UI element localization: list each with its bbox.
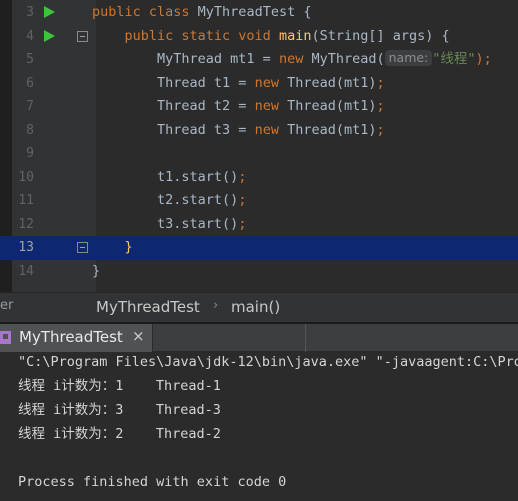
code-text: Thread t1 = new Thread(mt1); [92,72,385,96]
code-line[interactable]: 7 Thread t2 = new Thread(mt1); [0,95,518,119]
code-line[interactable]: 3 public class MyThreadTest { [0,1,518,25]
code-line[interactable]: 6 Thread t1 = new Thread(mt1); [0,72,518,96]
line-number: 5 [26,52,34,67]
code-line[interactable]: 9 [0,142,518,166]
breadcrumb-class[interactable]: MyThreadTest [96,298,200,316]
code-line[interactable]: 5 MyThread mt1 = new MyThread(name: "线程")… [0,48,518,72]
code-token: MyThreadTest { [197,4,312,20]
fold-icon[interactable] [77,242,88,253]
code-token: MyThread mt1 = [92,51,279,67]
line-number: 13 [18,240,34,255]
line-number: 11 [18,193,34,208]
line-number: 12 [18,216,34,232]
code-token: ; [238,192,247,208]
code-editor[interactable]: 3 public class MyThreadTest {4 public sta… [0,0,518,292]
code-token: Thread t2 = [92,98,255,114]
run-tab[interactable]: MyThreadTest × [0,324,152,352]
code-token: (String[] args) { [311,27,450,44]
code-text: public static void main(String[] args) { [92,25,450,49]
code-token: Thread t1 = [92,74,255,91]
side-panel-label: er [0,298,14,313]
line-number: 14 [18,263,34,279]
code-text: t3.start(); [92,213,246,237]
code-line[interactable]: 8 Thread t3 = new Thread(mt1); [0,119,518,143]
code-text: } [92,260,100,284]
code-token: new [254,74,288,91]
line-number: 4 [26,28,34,44]
code-text: Thread t3 = new Thread(mt1); [92,119,385,143]
breadcrumb: er MyThreadTest › main() [0,292,518,322]
code-text: } [92,236,133,260]
code-token: ); [475,51,492,67]
line-number: 7 [26,99,34,114]
tab-divider [152,324,153,352]
console-line: 线程 i计数为：3 Thread-3 [18,402,221,418]
code-token: t3.start() [92,215,239,232]
code-token: Thread(mt1) [287,74,377,91]
console-line: Process finished with exit code 0 [18,474,287,490]
code-token: } [92,239,133,255]
code-token: } [92,262,101,279]
code-token: Thread(mt1) [287,121,377,138]
run-tab-label: MyThreadTest [19,328,123,346]
code-token: main [278,27,312,44]
console-line: 线程 i计数为：2 Thread-2 [18,426,221,442]
line-number: 8 [26,122,34,138]
line-number: 9 [26,146,34,161]
breadcrumb-separator: › [213,298,219,313]
code-token: public class [92,4,198,20]
fold-icon[interactable] [77,30,88,42]
code-token: ; [376,74,385,91]
code-token: ; [238,215,247,232]
run-gutter-icon[interactable] [44,6,55,18]
close-icon[interactable]: × [132,327,145,345]
parameter-hint: name: [384,50,433,66]
console-line: "C:\Program Files\Java\jdk-12\bin\java.e… [18,354,518,370]
code-token: "线程" [432,51,476,67]
code-token: ; [376,98,385,114]
code-token: Thread(mt1) [287,98,377,114]
code-token: Thread t3 = [92,121,255,138]
code-token: MyThread( [311,51,385,67]
console-line: 线程 i计数为：1 Thread-1 [18,378,221,394]
current-code-line[interactable]: 13 } [0,236,518,260]
code-token: t1.start() [92,168,239,185]
code-line[interactable]: 14} [0,260,518,284]
code-text: Thread t2 = new Thread(mt1); [92,95,385,119]
code-line[interactable]: 12 t3.start(); [0,213,518,237]
code-text: MyThread mt1 = new MyThread(name: "线程"); [92,48,492,72]
code-line[interactable]: 4 public static void main(String[] args)… [0,25,518,49]
code-token: ; [238,168,247,185]
run-gutter-icon[interactable] [44,29,55,42]
line-number: 10 [18,169,34,185]
code-token: new [278,51,312,67]
run-console[interactable]: "C:\Program Files\Java\jdk-12\bin\java.e… [0,352,518,501]
breadcrumb-method[interactable]: main() [231,298,280,316]
code-token: public static void [92,27,279,44]
toolbar-separator [305,324,306,352]
code-line[interactable]: 11 t2.start(); [0,189,518,213]
code-text: t1.start(); [92,166,246,190]
code-token: t2.start() [92,192,239,208]
line-number: 6 [26,75,34,91]
line-number: 3 [26,5,34,20]
code-text: public class MyThreadTest { [92,1,311,25]
code-text: t2.start(); [92,189,246,213]
code-token: new [254,98,288,114]
code-line[interactable]: 10 t1.start(); [0,166,518,190]
code-token: new [254,121,288,138]
java-class-icon [0,331,11,344]
run-toolbar: MyThreadTest × [0,324,518,352]
code-token: ; [376,121,385,138]
